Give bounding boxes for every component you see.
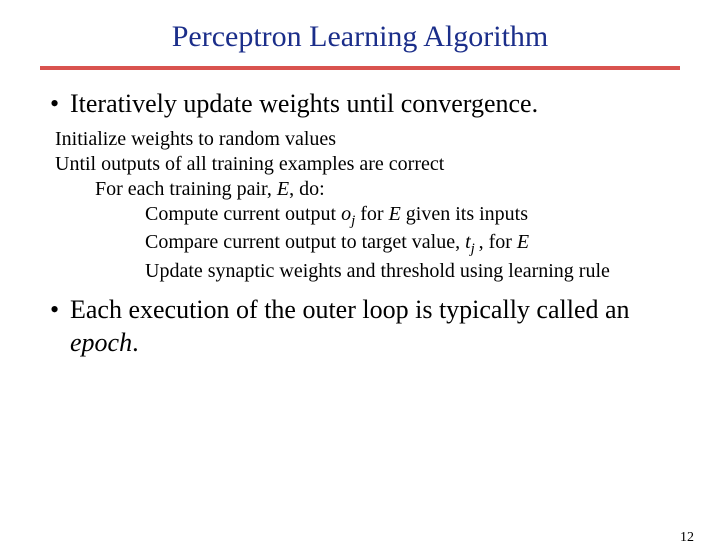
- pseudo-line: Compare current output to target value, …: [145, 230, 670, 259]
- title-underline: [40, 66, 680, 70]
- bullet-dot-icon: •: [50, 294, 70, 327]
- bullet-item-2: • Each execution of the outer loop is ty…: [70, 294, 670, 359]
- pseudo-var-E: E: [389, 203, 401, 225]
- slide: Perceptron Learning Algorithm • Iterativ…: [0, 20, 720, 560]
- pseudo-text: for: [355, 203, 388, 225]
- bullet-text-epoch: epoch: [70, 328, 132, 357]
- bullet-text-2: Each execution of the outer loop is typi…: [70, 294, 670, 359]
- bullet-text-post: .: [132, 328, 139, 357]
- pseudo-line: Initialize weights to random values: [55, 127, 670, 152]
- pseudo-text: Compare current output to target value,: [145, 231, 465, 253]
- pseudocode-block: Initialize weights to random values Unti…: [55, 127, 670, 285]
- pseudo-text: for: [484, 231, 517, 253]
- bullet-list-2: • Each execution of the outer loop is ty…: [70, 294, 670, 359]
- pseudo-var-E: E: [277, 178, 289, 200]
- pseudo-line: Compute current output oj for E given it…: [145, 202, 670, 231]
- pseudo-text: For each training pair,: [95, 178, 277, 200]
- pseudo-text: , do:: [289, 178, 325, 200]
- pseudo-subscript-j: j: [471, 241, 479, 257]
- pseudo-text: given its inputs: [401, 203, 528, 225]
- pseudo-line: Update synaptic weights and threshold us…: [145, 259, 670, 284]
- bullet-list: • Iteratively update weights until conve…: [70, 88, 670, 121]
- bullet-dot-icon: •: [50, 88, 70, 121]
- pseudo-line: Until outputs of all training examples a…: [55, 152, 670, 177]
- pseudo-var-E: E: [517, 231, 529, 253]
- pseudo-var-o: o: [341, 203, 351, 225]
- pseudo-text: Compute current output: [145, 203, 341, 225]
- pseudo-line: For each training pair, E, do:: [95, 177, 670, 202]
- bullet-item-1: • Iteratively update weights until conve…: [70, 88, 670, 121]
- bullet-text-pre: Each execution of the outer loop is typi…: [70, 295, 630, 324]
- bullet-text-1: Iteratively update weights until converg…: [70, 88, 538, 121]
- slide-title: Perceptron Learning Algorithm: [0, 20, 720, 54]
- page-number: 12: [680, 530, 694, 546]
